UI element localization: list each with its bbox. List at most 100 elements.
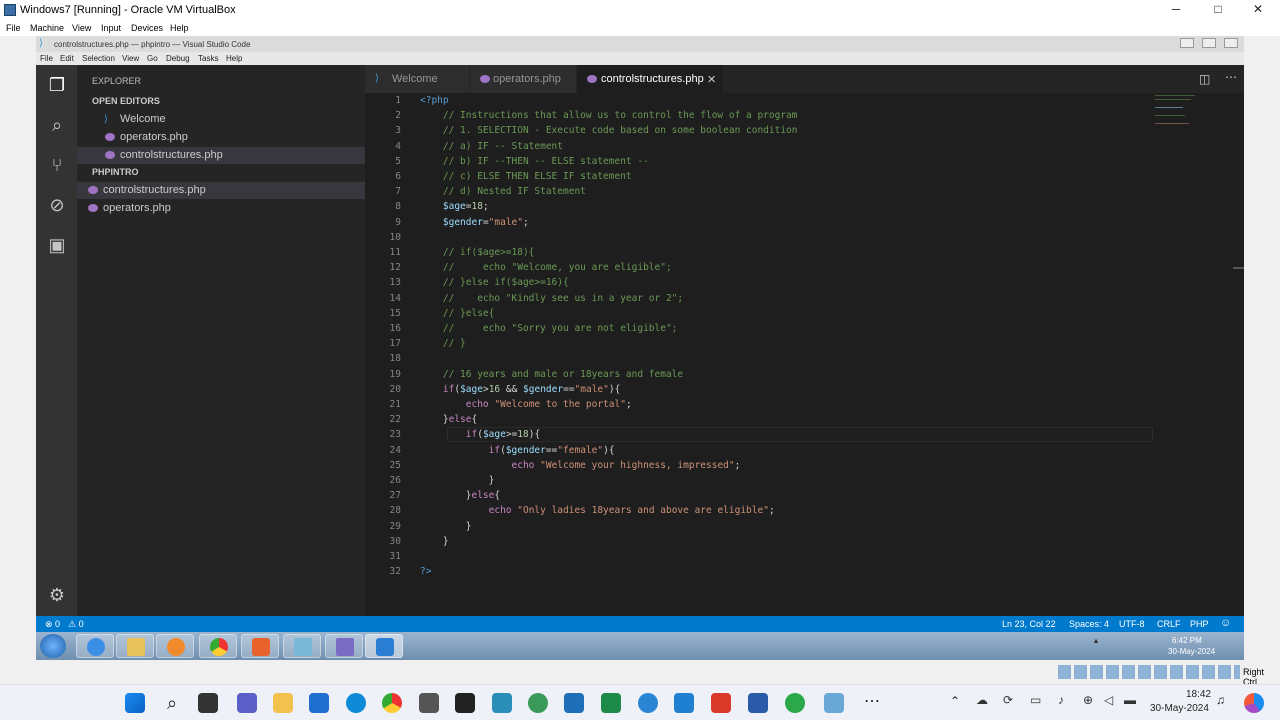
code-line[interactable]: // } <box>420 338 466 349</box>
code-line[interactable]: // c) ELSE THEN ELSE IF statement <box>420 171 632 182</box>
explorer-icon[interactable]: ❐ <box>46 74 68 96</box>
code-line[interactable]: // b) IF --THEN -- ELSE statement -- <box>420 156 649 167</box>
code-line[interactable]: } <box>420 536 449 547</box>
vscode-taskbar-button[interactable] <box>365 634 403 658</box>
tab-welcome[interactable]: ⟩ Welcome <box>365 65 469 93</box>
host-menu-input[interactable]: Input <box>101 23 121 33</box>
split-editor-icon[interactable]: ◫ <box>1199 72 1210 86</box>
tab-controlstructures[interactable]: controlstructures.php ✕ <box>577 65 723 93</box>
warnings-count[interactable]: ⚠ 0 <box>68 619 84 630</box>
sticky-notes-icon[interactable] <box>455 693 475 713</box>
open-editors-section[interactable]: OPEN EDITORS <box>77 93 365 110</box>
code-line[interactable]: echo "Only ladies 18years and above are … <box>420 505 775 516</box>
cursor-position[interactable]: Ln 23, Col 22 <box>1002 619 1056 629</box>
code-line[interactable]: if($gender=="female"){ <box>420 445 615 456</box>
encoding[interactable]: UTF-8 <box>1119 619 1145 629</box>
chrome-profile-icon[interactable] <box>528 693 548 713</box>
host-menu-machine[interactable]: Machine <box>30 23 64 33</box>
vscode-icon[interactable] <box>674 693 694 713</box>
line-ending[interactable]: CRLF <box>1157 619 1181 629</box>
app4-icon[interactable] <box>785 693 805 713</box>
battery-icon[interactable]: ▬ <box>1124 693 1136 707</box>
win7-start-button[interactable] <box>40 634 66 658</box>
source-control-icon[interactable]: ⑂ <box>46 154 68 176</box>
search-icon[interactable]: ⌕ <box>46 114 68 136</box>
open-editor-operators[interactable]: operators.php <box>77 129 365 146</box>
project-section[interactable]: PHPINTRO <box>77 164 365 181</box>
notification-bell-icon[interactable]: ♫ <box>1216 693 1225 707</box>
ie-taskbar-button[interactable] <box>76 634 114 658</box>
app-taskbar-button[interactable] <box>283 634 321 658</box>
scrollbar-thumb[interactable] <box>1233 267 1244 269</box>
project-file-operators[interactable]: operators.php <box>77 200 365 217</box>
word-icon[interactable] <box>748 693 768 713</box>
store-icon[interactable] <box>309 693 329 713</box>
chrome-icon[interactable] <box>382 693 402 713</box>
app2-taskbar-button[interactable] <box>325 634 363 658</box>
sync-icon[interactable]: ⟳ <box>1003 693 1013 707</box>
vs-menu-file[interactable]: File <box>40 54 53 63</box>
calculator-icon[interactable] <box>419 693 439 713</box>
more-actions-icon[interactable]: ⋯ <box>1225 70 1237 84</box>
code-line[interactable]: // d) Nested IF Statement <box>420 186 586 197</box>
app2-icon[interactable] <box>564 693 584 713</box>
vs-menu-go[interactable]: Go <box>147 54 158 63</box>
code-line[interactable]: echo "Welcome to the portal"; <box>420 399 632 410</box>
excel-icon[interactable] <box>601 693 621 713</box>
vs-menu-tasks[interactable]: Tasks <box>198 54 218 63</box>
cloud-icon[interactable]: ☁ <box>976 693 988 707</box>
open-editor-welcome[interactable]: ⟩ Welcome <box>77 111 365 128</box>
vs-menu-view[interactable]: View <box>122 54 139 63</box>
extensions-icon[interactable]: ▣ <box>46 234 68 256</box>
tray-chevron-icon[interactable]: ⌃ <box>950 694 960 708</box>
vs-minimize-button[interactable] <box>1180 38 1194 48</box>
vs-menu-help[interactable]: Help <box>226 54 242 63</box>
code-line[interactable]: // Instructions that allow us to control… <box>420 110 798 121</box>
search-icon[interactable]: ⌕ <box>162 693 182 713</box>
task-view-icon[interactable] <box>198 693 218 713</box>
xampp-taskbar-button[interactable] <box>241 634 279 658</box>
code-line[interactable]: // echo "Welcome, you are eligible"; <box>420 262 672 273</box>
debug-icon[interactable]: ⊘ <box>46 194 68 216</box>
close-button[interactable]: ✕ <box>1238 2 1278 18</box>
indentation[interactable]: Spaces: 4 <box>1069 619 1109 629</box>
project-file-controlstructures[interactable]: controlstructures.php <box>77 182 365 199</box>
code-line[interactable]: echo "Welcome your highness, impressed"; <box>420 460 741 471</box>
app3-icon[interactable] <box>638 693 658 713</box>
vs-menu-debug[interactable]: Debug <box>166 54 190 63</box>
chrome-taskbar-button[interactable] <box>199 634 237 658</box>
minimap[interactable] <box>1155 93 1215 133</box>
language-icon[interactable]: ⊕ <box>1083 693 1093 707</box>
code-line[interactable]: }else{ <box>420 490 500 501</box>
minimize-button[interactable]: ─ <box>1156 2 1196 18</box>
vs-close-button[interactable] <box>1224 38 1238 48</box>
app-icon[interactable] <box>492 693 512 713</box>
code-line[interactable]: // echo "Kindly see us in a year or 2"; <box>420 293 683 304</box>
edge-icon[interactable] <box>346 693 366 713</box>
host-menu-file[interactable]: File <box>6 23 21 33</box>
copilot-icon[interactable] <box>1244 693 1264 713</box>
feedback-icon[interactable]: ☺ <box>1220 617 1231 629</box>
explorer-taskbar-button[interactable] <box>116 634 154 658</box>
language-mode[interactable]: PHP <box>1190 619 1209 629</box>
tab-operators[interactable]: operators.php <box>470 65 576 93</box>
code-line[interactable]: // }else{ <box>420 308 494 319</box>
code-line[interactable]: }else{ <box>420 414 477 425</box>
microphone-icon[interactable]: ♪ <box>1058 693 1064 707</box>
code-line[interactable]: // 1. SELECTION - Execute code based on … <box>420 125 798 136</box>
teams-icon[interactable] <box>237 693 257 713</box>
media-taskbar-button[interactable] <box>156 634 194 658</box>
code-line[interactable]: if($age>16 && $gender=="male"){ <box>420 384 620 395</box>
vs-menu-selection[interactable]: Selection <box>82 54 115 63</box>
guest-tray-arrow[interactable]: ▴ <box>1094 636 1098 645</box>
vs-maximize-button[interactable] <box>1202 38 1216 48</box>
more-apps-icon[interactable]: ⋯ <box>862 693 882 713</box>
code-line[interactable]: // a) IF -- Statement <box>420 141 563 152</box>
windows-start-button[interactable] <box>125 693 145 713</box>
volume-icon[interactable]: ◁ <box>1104 693 1113 707</box>
host-menu-help[interactable]: Help <box>170 23 189 33</box>
code-line[interactable]: } <box>420 475 495 486</box>
maximize-button[interactable]: □ <box>1198 2 1238 18</box>
code-line[interactable]: $gender="male"; <box>420 217 529 228</box>
vs-menu-edit[interactable]: Edit <box>60 54 74 63</box>
